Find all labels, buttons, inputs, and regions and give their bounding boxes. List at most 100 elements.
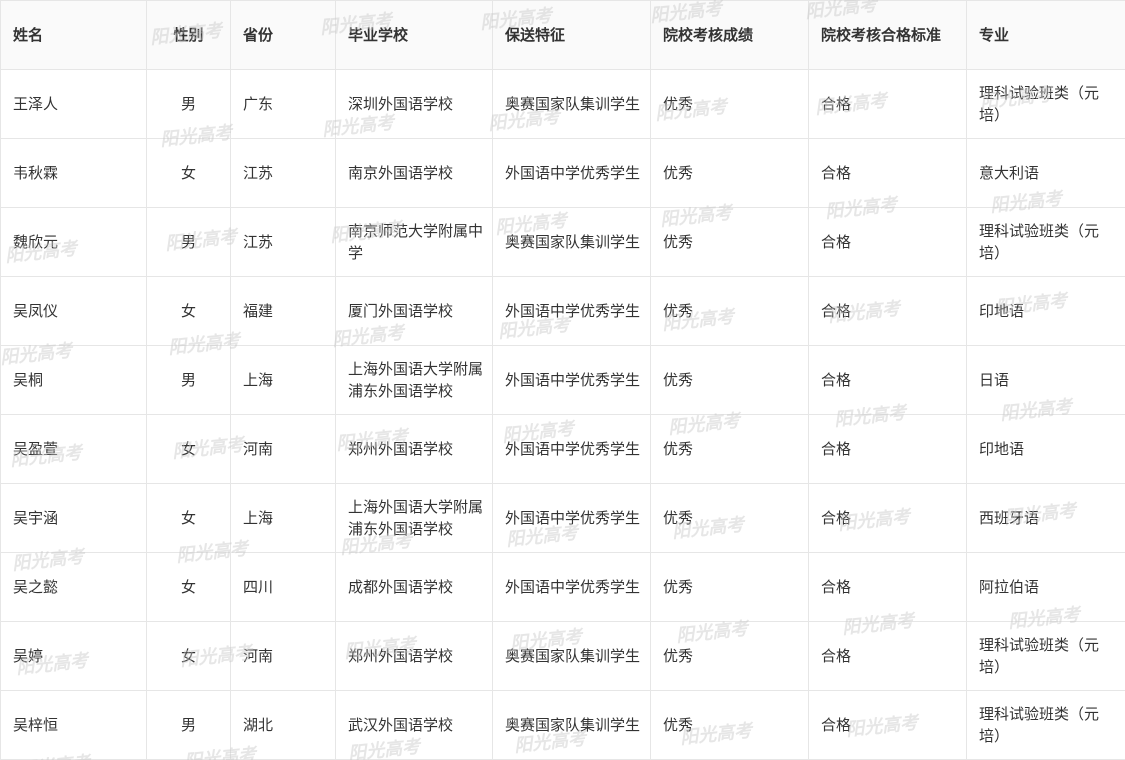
- table-row: 韦秋霖女江苏 南京外国语学校 外国语中学优秀学生 优秀 合格 意大利语: [0, 138, 1125, 208]
- cell-school: 郑州外国语学校: [335, 414, 493, 484]
- cell-school: 南京外国语学校: [335, 138, 493, 208]
- cell-major: 意大利语: [966, 138, 1125, 208]
- cell-name: 吴宇涵: [0, 483, 147, 553]
- cell-gender: 女: [146, 414, 231, 484]
- header-school: 毕业学校: [335, 0, 493, 70]
- cell-major: 理科试验班类（元培）: [966, 69, 1125, 139]
- cell-gender: 女: [146, 276, 231, 346]
- cell-province: 河南: [230, 414, 336, 484]
- cell-standard: 合格: [808, 552, 967, 622]
- cell-feature: 奥赛国家队集训学生: [492, 207, 651, 277]
- header-major: 专业: [966, 0, 1125, 70]
- header-gender: 性别: [146, 0, 231, 70]
- cell-school: 上海外国语大学附属浦东外国语学校: [335, 483, 493, 553]
- cell-province: 上海: [230, 483, 336, 553]
- cell-school: 南京师范大学附属中学: [335, 207, 493, 277]
- header-score: 院校考核成绩: [650, 0, 809, 70]
- cell-province: 四川: [230, 552, 336, 622]
- cell-feature: 外国语中学优秀学生: [492, 276, 651, 346]
- table-row: 吴盈萱女河南 郑州外国语学校 外国语中学优秀学生 优秀 合格 印地语: [0, 414, 1125, 484]
- cell-name: 吴桐: [0, 345, 147, 415]
- cell-gender: 男: [146, 69, 231, 139]
- cell-score: 优秀: [650, 345, 809, 415]
- cell-gender: 男: [146, 690, 231, 760]
- table-row: 吴凤仪女福建 厦门外国语学校 外国语中学优秀学生 优秀 合格 印地语: [0, 276, 1125, 346]
- cell-feature: 外国语中学优秀学生: [492, 483, 651, 553]
- cell-standard: 合格: [808, 207, 967, 277]
- cell-score: 优秀: [650, 552, 809, 622]
- cell-major: 印地语: [966, 276, 1125, 346]
- cell-school: 成都外国语学校: [335, 552, 493, 622]
- cell-major: 西班牙语: [966, 483, 1125, 553]
- cell-score: 优秀: [650, 621, 809, 691]
- cell-standard: 合格: [808, 345, 967, 415]
- cell-score: 优秀: [650, 276, 809, 346]
- cell-feature: 外国语中学优秀学生: [492, 138, 651, 208]
- cell-school: 上海外国语大学附属浦东外国语学校: [335, 345, 493, 415]
- cell-gender: 女: [146, 552, 231, 622]
- cell-province: 湖北: [230, 690, 336, 760]
- cell-name: 吴之懿: [0, 552, 147, 622]
- admission-table: 姓名 性别 省份 毕业学校 保送特征 院校考核成绩 院校考核合格标准 专业 王泽…: [0, 0, 1125, 760]
- cell-school: 武汉外国语学校: [335, 690, 493, 760]
- cell-major: 日语: [966, 345, 1125, 415]
- header-standard: 院校考核合格标准: [808, 0, 967, 70]
- cell-gender: 女: [146, 483, 231, 553]
- header-name: 姓名: [0, 0, 147, 70]
- cell-school: 厦门外国语学校: [335, 276, 493, 346]
- header-province: 省份: [230, 0, 336, 70]
- cell-major: 理科试验班类（元培）: [966, 207, 1125, 277]
- cell-province: 河南: [230, 621, 336, 691]
- header-feature: 保送特征: [492, 0, 651, 70]
- cell-school: 郑州外国语学校: [335, 621, 493, 691]
- cell-name: 吴婷: [0, 621, 147, 691]
- cell-major: 印地语: [966, 414, 1125, 484]
- table-row: 魏欣元男江苏 南京师范大学附属中学 奥赛国家队集训学生 优秀 合格 理科试验班类（元培）: [0, 207, 1125, 277]
- cell-province: 江苏: [230, 207, 336, 277]
- cell-score: 优秀: [650, 483, 809, 553]
- cell-major: 理科试验班类（元培）: [966, 621, 1125, 691]
- cell-major: 阿拉伯语: [966, 552, 1125, 622]
- cell-standard: 合格: [808, 483, 967, 553]
- cell-name: 吴梓恒: [0, 690, 147, 760]
- cell-major: 理科试验班类（元培）: [966, 690, 1125, 760]
- cell-standard: 合格: [808, 414, 967, 484]
- table-row: 吴桐男上海 上海外国语大学附属浦东外国语学校 外国语中学优秀学生 优秀 合格 日语: [0, 345, 1125, 415]
- table-row: 吴宇涵女上海 上海外国语大学附属浦东外国语学校 外国语中学优秀学生 优秀 合格 西班牙语: [0, 483, 1125, 553]
- cell-gender: 男: [146, 345, 231, 415]
- cell-province: 福建: [230, 276, 336, 346]
- cell-name: 吴盈萱: [0, 414, 147, 484]
- cell-standard: 合格: [808, 690, 967, 760]
- cell-feature: 奥赛国家队集训学生: [492, 621, 651, 691]
- cell-province: 江苏: [230, 138, 336, 208]
- cell-name: 魏欣元: [0, 207, 147, 277]
- table-header-row: 姓名 性别 省份 毕业学校 保送特征 院校考核成绩 院校考核合格标准 专业: [0, 0, 1125, 70]
- table-row: 王泽人男广东 深圳外国语学校 奥赛国家队集训学生 优秀 合格 理科试验班类（元培）: [0, 69, 1125, 139]
- cell-feature: 外国语中学优秀学生: [492, 345, 651, 415]
- table-row: 吴之懿女四川 成都外国语学校 外国语中学优秀学生 优秀 合格 阿拉伯语: [0, 552, 1125, 622]
- cell-school: 深圳外国语学校: [335, 69, 493, 139]
- cell-standard: 合格: [808, 138, 967, 208]
- cell-gender: 女: [146, 621, 231, 691]
- cell-standard: 合格: [808, 276, 967, 346]
- cell-score: 优秀: [650, 207, 809, 277]
- cell-feature: 奥赛国家队集训学生: [492, 690, 651, 760]
- cell-standard: 合格: [808, 69, 967, 139]
- cell-gender: 女: [146, 138, 231, 208]
- table-row: 吴婷女河南 郑州外国语学校 奥赛国家队集训学生 优秀 合格 理科试验班类（元培）: [0, 621, 1125, 691]
- cell-province: 上海: [230, 345, 336, 415]
- cell-gender: 男: [146, 207, 231, 277]
- cell-feature: 外国语中学优秀学生: [492, 414, 651, 484]
- cell-score: 优秀: [650, 138, 809, 208]
- cell-province: 广东: [230, 69, 336, 139]
- cell-name: 吴凤仪: [0, 276, 147, 346]
- cell-feature: 外国语中学优秀学生: [492, 552, 651, 622]
- cell-score: 优秀: [650, 69, 809, 139]
- cell-name: 韦秋霖: [0, 138, 147, 208]
- cell-name: 王泽人: [0, 69, 147, 139]
- cell-score: 优秀: [650, 414, 809, 484]
- cell-standard: 合格: [808, 621, 967, 691]
- cell-feature: 奥赛国家队集训学生: [492, 69, 651, 139]
- cell-score: 优秀: [650, 690, 809, 760]
- table-row: 吴梓恒男湖北 武汉外国语学校 奥赛国家队集训学生 优秀 合格 理科试验班类（元培）: [0, 690, 1125, 760]
